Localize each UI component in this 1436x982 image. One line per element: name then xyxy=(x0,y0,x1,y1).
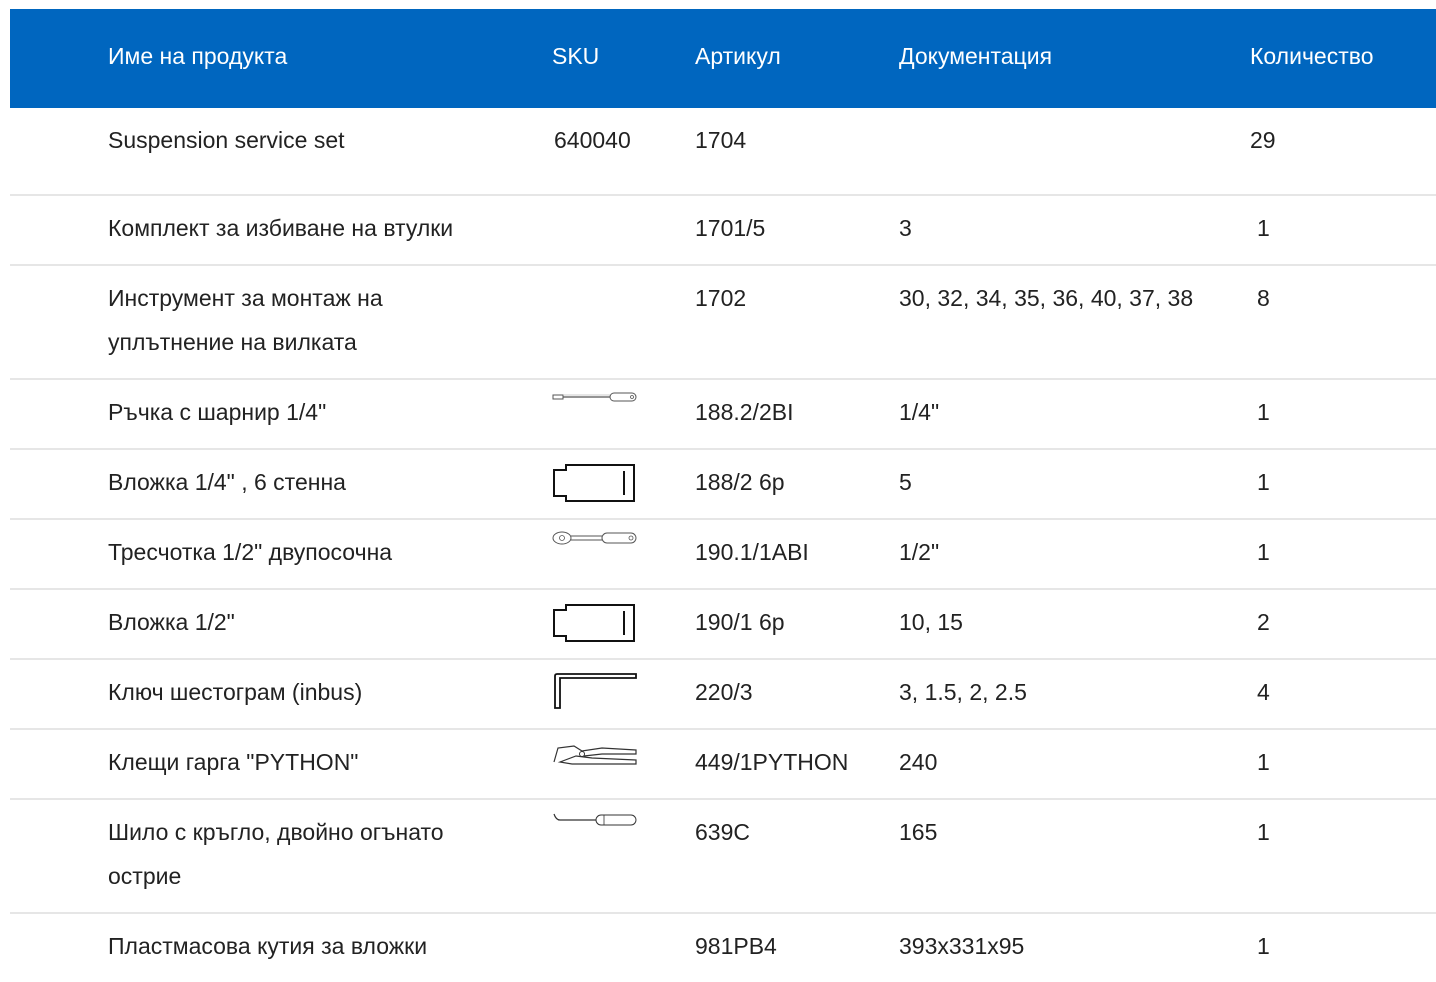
table-row: Suspension service set 640040 1704 29 xyxy=(10,108,1436,196)
product-article: 220/3 xyxy=(695,679,753,705)
hex-key-icon xyxy=(552,672,638,710)
product-quantity: 1 xyxy=(1257,469,1270,495)
product-quantity: 4 xyxy=(1257,679,1270,705)
product-article: 190.1/1ABI xyxy=(695,539,809,565)
product-quantity: 1 xyxy=(1257,819,1270,845)
product-article: 188/2 6p xyxy=(695,469,785,495)
product-sku: 640040 xyxy=(554,127,631,153)
product-quantity: 29 xyxy=(1250,127,1276,153)
product-name: Комплект за избиване на втулки xyxy=(108,215,454,241)
product-table: Име на продукта SKU Артикул Документация… xyxy=(10,9,1436,982)
product-docs: 1/4" xyxy=(899,399,940,425)
header-product-name[interactable]: Име на продукта xyxy=(108,34,287,78)
product-docs: 3, 1.5, 2, 2.5 xyxy=(899,679,1027,705)
table-row: Клещи гарга "PYTHON" 449/1PYTHON 240 1 xyxy=(10,730,1436,800)
product-quantity: 1 xyxy=(1257,399,1270,425)
product-docs: 5 xyxy=(899,469,912,495)
product-docs: 165 xyxy=(899,819,938,845)
product-article: 639C xyxy=(695,819,750,845)
table-row: Инструмент за монтаж на уплътнение на ви… xyxy=(10,266,1436,380)
table-row: Вложка 1/2" 190/1 6p 10, 15 2 xyxy=(10,590,1436,660)
product-article: 1701/5 xyxy=(695,215,766,241)
header-documentation[interactable]: Документация xyxy=(899,34,1052,78)
table-row: Вложка 1/4" , 6 стенна 188/2 6p 5 1 xyxy=(10,450,1436,520)
product-quantity: 2 xyxy=(1257,609,1270,635)
product-name: Suspension service set xyxy=(108,127,345,153)
table-row: Пластмасова кутия за вложки 981PB4 393x3… xyxy=(10,914,1436,982)
product-docs: 1/2" xyxy=(899,539,940,565)
table-row: Ръчка с шарнир 1/4" 188.2/2BI 1/4" 1 xyxy=(10,380,1436,450)
header-article[interactable]: Артикул xyxy=(695,34,781,78)
product-docs: 240 xyxy=(899,749,938,775)
product-article: 981PB4 xyxy=(695,933,777,959)
socket-icon xyxy=(552,602,638,644)
product-name: Инструмент за монтаж на уплътнение на ви… xyxy=(108,285,383,355)
product-article: 1702 xyxy=(695,285,747,311)
product-docs: 10, 15 xyxy=(899,609,963,635)
product-quantity: 1 xyxy=(1257,215,1270,241)
table-row: Тресчотка 1/2" двупосочна 190.1/1ABI 1/2… xyxy=(10,520,1436,590)
product-name: Шило с кръгло, двойно огънато острие xyxy=(108,819,444,889)
product-article: 188.2/2BI xyxy=(695,399,794,425)
product-name: Тресчотка 1/2" двупосочна xyxy=(108,539,393,565)
hinged-handle-icon xyxy=(552,390,638,404)
table-header: Име на продукта SKU Артикул Документация… xyxy=(10,9,1436,108)
product-article: 1704 xyxy=(695,127,747,153)
table-row: Ключ шестограм (inbus) 220/3 3, 1.5, 2, … xyxy=(10,660,1436,730)
awl-icon xyxy=(552,810,638,828)
product-docs: 3 xyxy=(899,215,912,241)
ratchet-icon xyxy=(552,530,638,546)
product-quantity: 1 xyxy=(1257,539,1270,565)
product-docs: 30, 32, 34, 35, 36, 40, 37, 38 xyxy=(899,285,1194,311)
product-article: 449/1PYTHON xyxy=(695,749,849,775)
product-name: Ключ шестограм (inbus) xyxy=(108,679,363,705)
product-article: 190/1 6p xyxy=(695,609,785,635)
product-name: Вложка 1/4" , 6 стенна xyxy=(108,469,346,495)
product-quantity: 1 xyxy=(1257,933,1270,959)
table-row: Шило с кръгло, двойно огънато острие 639… xyxy=(10,800,1436,914)
product-quantity: 8 xyxy=(1257,285,1270,311)
table-row: Комплект за избиване на втулки 1701/5 3 … xyxy=(10,196,1436,266)
header-quantity[interactable]: Количество xyxy=(1250,34,1374,78)
pliers-icon xyxy=(552,742,638,768)
product-docs: 393x331x95 xyxy=(899,933,1025,959)
header-sku[interactable]: SKU xyxy=(552,34,599,78)
product-quantity: 1 xyxy=(1257,749,1270,775)
product-name: Вложка 1/2" xyxy=(108,609,235,635)
product-name: Клещи гарга "PYTHON" xyxy=(108,749,359,775)
product-name: Пластмасова кутия за вложки xyxy=(108,933,428,959)
product-name: Ръчка с шарнир 1/4" xyxy=(108,399,327,425)
socket-icon xyxy=(552,462,638,504)
